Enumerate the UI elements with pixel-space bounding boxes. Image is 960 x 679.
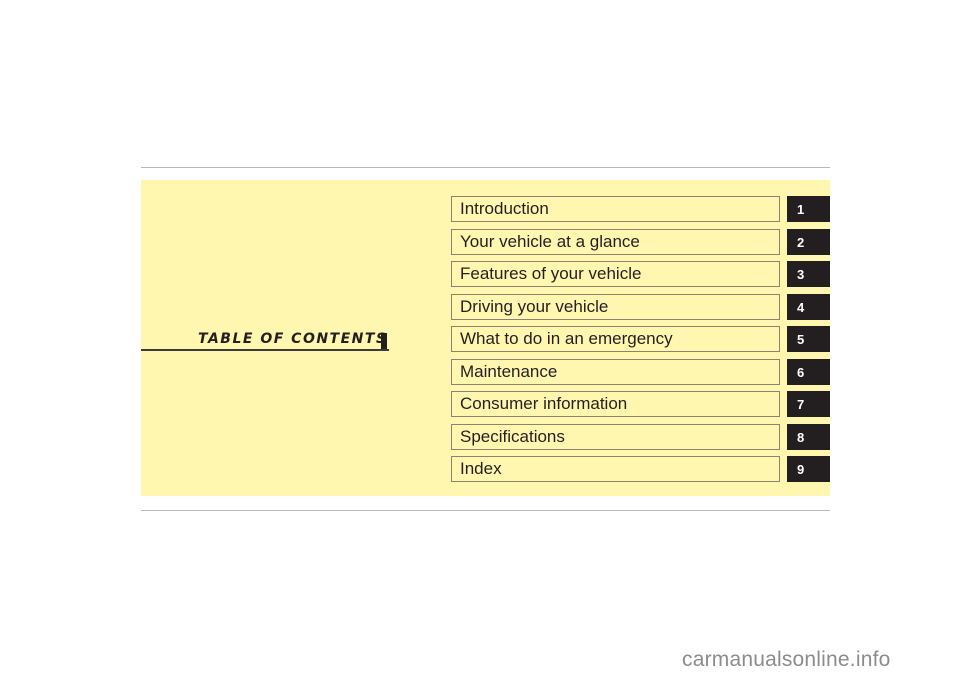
title-underline [141, 349, 389, 351]
chapter-label: Features of your vehicle [460, 264, 642, 283]
chapter-label: Specifications [460, 426, 565, 446]
chapter-item[interactable]: Features of your vehicle 3 [451, 261, 960, 287]
chapter-number-tab[interactable]: 7 [787, 391, 830, 417]
chapter-number-tab[interactable]: 9 [787, 456, 830, 482]
chapter-number: 6 [797, 364, 805, 380]
chapter-item[interactable]: Introduction 1 [451, 196, 960, 222]
chapter-link[interactable]: Specifications [451, 423, 780, 450]
chapter-item[interactable]: Maintenance 6 [451, 358, 960, 385]
chapter-number-tab[interactable]: 3 [787, 261, 830, 287]
chapter-link[interactable]: Your vehicle at a glance [451, 228, 780, 255]
chapter-item[interactable]: Driving your vehicle 4 [451, 293, 960, 320]
chapter-number: 3 [797, 267, 805, 282]
chapter-label: Index [460, 459, 502, 478]
chapter-link[interactable]: What to do in an emergency [451, 326, 780, 352]
chapter-number-tab[interactable]: 6 [787, 358, 830, 385]
chapter-label: Introduction [460, 199, 549, 218]
chapter-number-tab[interactable]: 1 [787, 196, 830, 222]
chapter-label: Your vehicle at a glance [460, 231, 640, 251]
chapter-number-tab[interactable]: 2 [787, 228, 830, 255]
chapter-link[interactable]: Introduction [451, 196, 780, 222]
chapter-link[interactable]: Maintenance [451, 358, 780, 385]
watermark: carmanualsonline.info [682, 648, 891, 671]
chapter-number: 2 [797, 234, 805, 250]
chapter-link[interactable]: Features of your vehicle [451, 261, 780, 287]
chapter-link[interactable]: Consumer information [451, 391, 780, 417]
chapter-number-tab[interactable]: 8 [787, 423, 830, 450]
chapter-link[interactable]: Index [451, 456, 780, 482]
chapter-label: Consumer information [460, 394, 628, 413]
chapter-number: 9 [797, 462, 805, 477]
chapter-number: 5 [797, 332, 805, 347]
toc-panel: TABLE OF CONTENTS Introduction 1 Your ve… [141, 180, 830, 496]
chapter-number-tab[interactable]: 5 [787, 326, 830, 352]
chapter-number-tab[interactable]: 4 [787, 293, 830, 320]
chapter-number: 1 [797, 202, 805, 217]
chapter-item[interactable]: Specifications 8 [451, 423, 960, 450]
chapter-label: Maintenance [460, 361, 558, 381]
top-divider [141, 167, 830, 168]
chapter-label: What to do in an emergency [460, 329, 673, 348]
chapter-item[interactable]: Index 9 [451, 456, 960, 482]
chapter-label: Driving your vehicle [460, 296, 609, 316]
chapter-item[interactable]: Your vehicle at a glance 2 [451, 228, 960, 255]
chapter-number: 8 [797, 429, 805, 445]
chapter-number: 7 [797, 397, 805, 412]
chapter-item[interactable]: What to do in an emergency 5 [451, 326, 960, 352]
chapter-link[interactable]: Driving your vehicle [451, 293, 780, 320]
chapter-number: 4 [797, 299, 805, 315]
title-bar-marker [381, 333, 387, 349]
toc-title: TABLE OF CONTENTS [198, 331, 388, 347]
chapter-item[interactable]: Consumer information 7 [451, 391, 960, 417]
bottom-divider [141, 510, 830, 511]
